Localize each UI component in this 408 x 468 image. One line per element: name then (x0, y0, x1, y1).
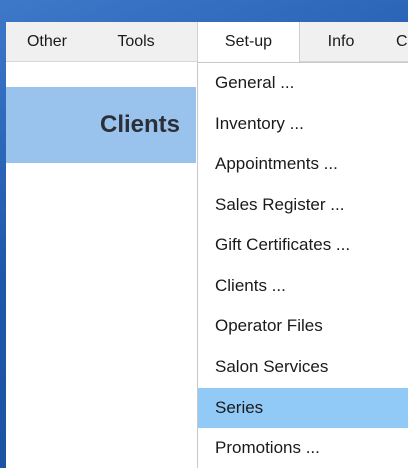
menu-option-inventory[interactable]: Inventory ... (198, 104, 408, 144)
menu-c[interactable]: C (396, 22, 408, 62)
menu-option-gift-certificates[interactable]: Gift Certificates ... (198, 225, 408, 265)
menu-option-series[interactable]: Series (198, 388, 408, 428)
menu-other[interactable]: Other (6, 22, 88, 62)
menu-option-general[interactable]: General ... (198, 63, 408, 103)
setup-dropdown-menu: General ... Inventory ... Appointments .… (197, 62, 408, 468)
menu-option-appointments[interactable]: Appointments ... (198, 144, 408, 184)
menu-option-sales-register[interactable]: Sales Register ... (198, 185, 408, 225)
menu-info[interactable]: Info (300, 22, 382, 62)
menu-option-promotions[interactable]: Promotions ... (198, 428, 408, 468)
menu-setup[interactable]: Set-up (197, 22, 300, 62)
menu-tools[interactable]: Tools (88, 22, 184, 62)
menu-bar: Other Tools Set-up Info C (6, 22, 408, 62)
panel-title: Clients (99, 111, 180, 138)
menu-option-clients[interactable]: Clients ... (198, 266, 408, 306)
clients-panel-header: Clients (6, 87, 196, 163)
menu-option-operator-files[interactable]: Operator Files (198, 306, 408, 346)
menu-option-salon-services[interactable]: Salon Services (198, 347, 408, 387)
